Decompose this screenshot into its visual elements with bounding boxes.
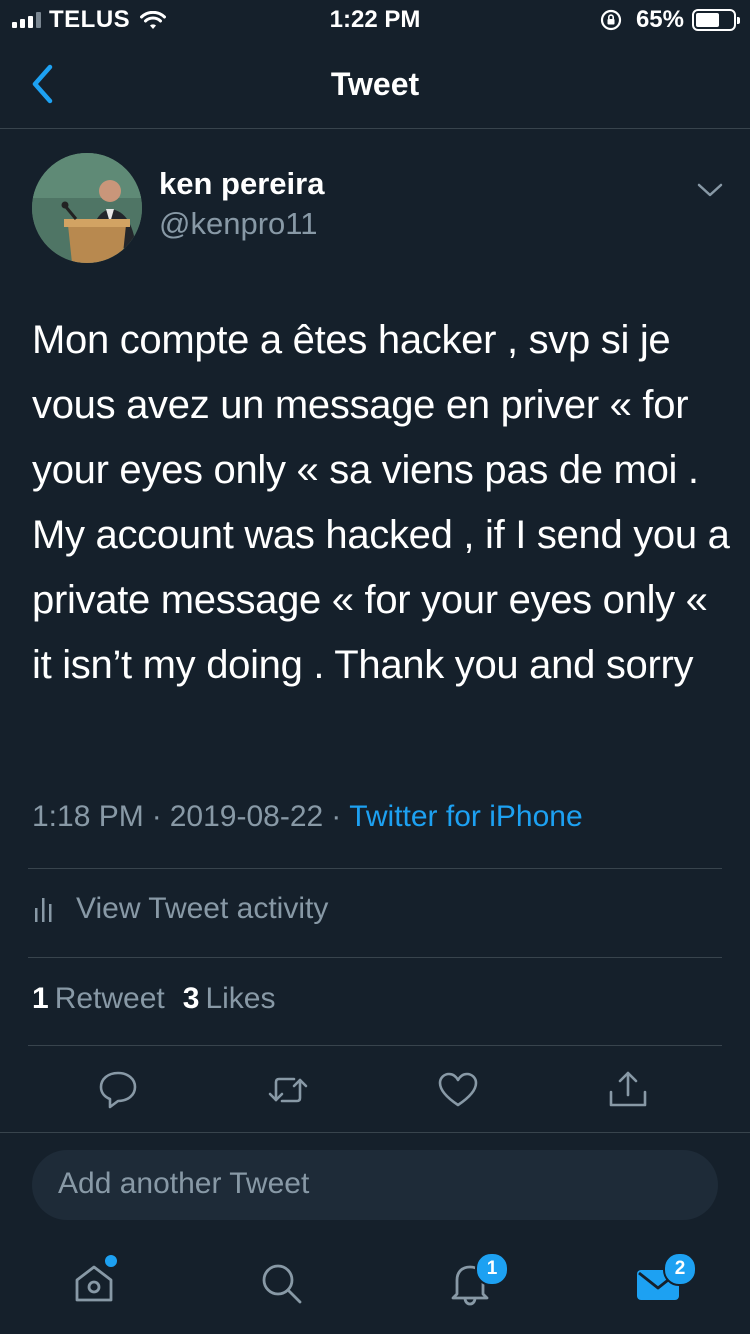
tab-notifications[interactable]: 1	[445, 1252, 509, 1308]
author-name[interactable]: ken pereira	[159, 166, 324, 202]
retweet-button[interactable]	[266, 1068, 310, 1112]
reply-placeholder: Add another Tweet	[58, 1167, 310, 1200]
tweet-source-link[interactable]: Twitter for iPhone	[349, 800, 582, 833]
engagement-stats: 1 Retweet 3 Likes	[32, 982, 275, 1016]
tweet-options-button[interactable]	[694, 178, 726, 202]
share-button[interactable]	[606, 1068, 650, 1112]
reply-input[interactable]: Add another Tweet	[32, 1150, 718, 1220]
tab-messages[interactable]: 2	[633, 1252, 697, 1308]
divider	[28, 868, 722, 869]
tweet-time: 1:18 PM	[32, 800, 144, 833]
meta-separator: ·	[331, 800, 342, 833]
notifications-badge: 1	[475, 1252, 509, 1286]
battery-icon	[692, 9, 740, 31]
retweet-count: 1	[32, 982, 49, 1015]
page-title: Tweet	[330, 66, 420, 102]
view-tweet-activity-label: View Tweet activity	[76, 892, 329, 925]
view-tweet-activity-button[interactable]: View Tweet activity	[32, 892, 328, 926]
tweet-text: Mon compte a êtes hacker , svp si je vou…	[32, 318, 730, 687]
speech-bubble-icon	[99, 1071, 137, 1109]
tweet-date: 2019-08-22	[169, 800, 324, 833]
like-label: Likes	[205, 982, 276, 1015]
reply-button[interactable]	[96, 1068, 140, 1112]
heart-icon	[438, 1072, 478, 1107]
tab-home[interactable]	[69, 1253, 119, 1308]
battery-level-fill	[696, 13, 720, 27]
like-stat[interactable]: 3 Likes	[183, 982, 276, 1015]
retweet-stat[interactable]: 1 Retweet	[32, 982, 165, 1015]
like-count: 3	[182, 982, 200, 1015]
divider	[28, 1045, 722, 1046]
author-handle[interactable]: @kenpro11	[159, 206, 317, 242]
chevron-down-icon	[697, 183, 723, 197]
status-bar: TELUS 1:22 PM 65%	[0, 0, 750, 40]
battery-percentage: 65%	[635, 6, 684, 33]
status-right: 65%	[600, 6, 740, 34]
avatar[interactable]	[32, 153, 142, 263]
divider	[28, 957, 722, 958]
tweet-meta: 1:18 PM · 2019-08-22 · Twitter for iPhone	[32, 800, 583, 834]
nav-bar: Tweet	[0, 40, 750, 129]
home-new-content-dot	[103, 1253, 119, 1269]
like-button[interactable]	[436, 1068, 480, 1112]
divider	[0, 1132, 750, 1133]
bar-chart-icon	[35, 898, 52, 922]
avatar-image	[32, 153, 142, 263]
retweet-label: Retweet	[54, 982, 165, 1015]
messages-badge: 2	[663, 1252, 697, 1286]
retweet-icon	[268, 1077, 308, 1103]
meta-separator: ·	[151, 800, 162, 833]
share-icon	[609, 1071, 647, 1107]
rotation-lock-icon	[600, 9, 622, 31]
tweet-actions	[0, 1068, 750, 1114]
search-icon	[262, 1264, 302, 1304]
tab-search[interactable]	[256, 1258, 306, 1308]
